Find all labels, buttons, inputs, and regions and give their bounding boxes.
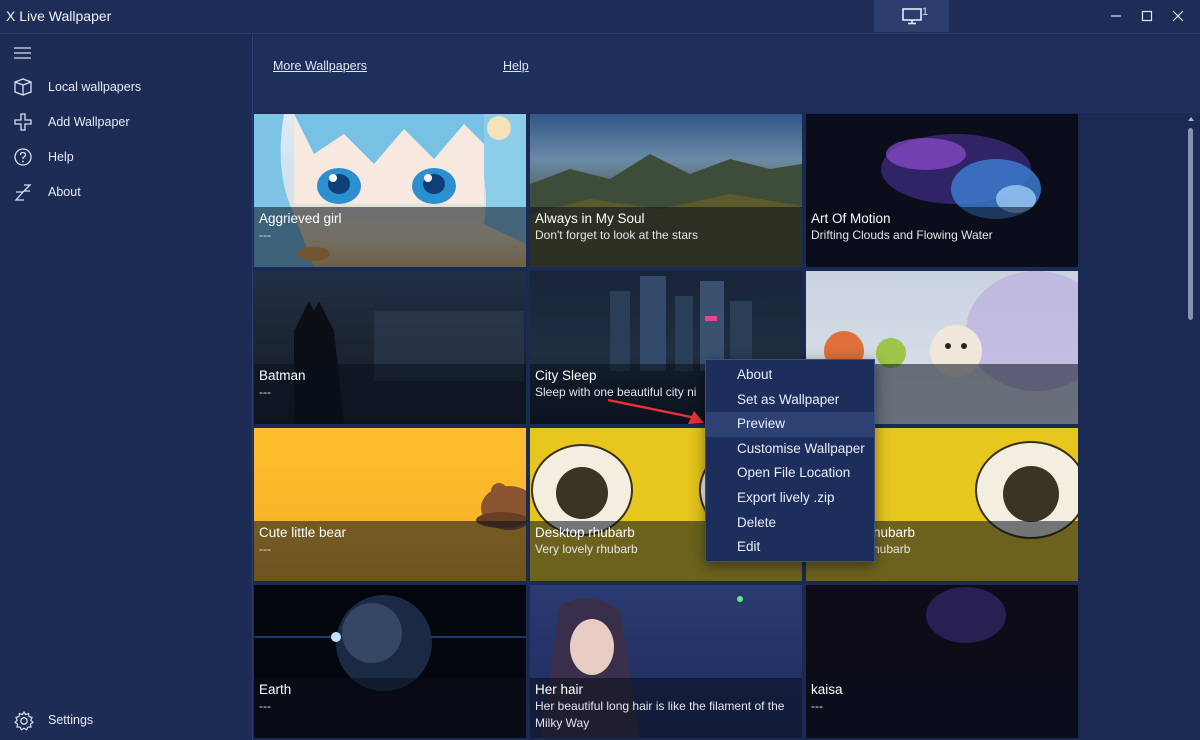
wallpaper-subtitle: Drifting Clouds and Flowing Water (811, 228, 993, 242)
wallpaper-caption: Aggrieved girl --- (254, 207, 526, 267)
scroll-up-arrow-icon[interactable] (1186, 114, 1196, 124)
wallpaper-subtitle: Her beautiful long hair is like the fila… (535, 699, 785, 730)
wallpaper-tile-kaisa[interactable]: kaisa --- (806, 585, 1078, 738)
top-link-bar: More Wallpapers Help (254, 35, 1200, 113)
wallpaper-subtitle: --- (259, 228, 271, 242)
wallpaper-tile-always-in-my-soul[interactable]: Always in My Soul Don't forget to look a… (530, 114, 802, 267)
wallpaper-subtitle: --- (259, 699, 271, 713)
wallpaper-subtitle: --- (811, 699, 823, 713)
sidebar-item-local-wallpapers[interactable]: Local wallpapers (0, 71, 253, 103)
close-icon (1172, 10, 1184, 22)
wallpaper-caption: Her hair Her beautiful long hair is like… (530, 678, 802, 738)
wallpaper-caption: Always in My Soul Don't forget to look a… (530, 207, 802, 267)
wallpaper-title: Always in My Soul (535, 211, 645, 226)
sidebar-item-label: Add Wallpaper (48, 115, 130, 129)
sidebar: Local wallpapers Add Wallpaper Help Abou… (0, 35, 253, 740)
sidebar-item-about[interactable]: About (0, 176, 253, 208)
minimize-icon (1111, 15, 1121, 17)
wallpaper-tile-aggrieved-girl[interactable]: Aggrieved girl --- (254, 114, 526, 267)
maximize-icon (1141, 10, 1153, 22)
wallpaper-tile-batman[interactable]: Batman --- (254, 271, 526, 424)
settings-label: Settings (48, 713, 94, 727)
wallpaper-tile-earth[interactable]: Earth --- (254, 585, 526, 738)
wallpaper-tile-her-hair[interactable]: Her hair Her beautiful long hair is like… (530, 585, 802, 738)
help-link[interactable]: Help (503, 59, 529, 73)
menu-item-export-zip[interactable]: Export lively .zip (706, 486, 874, 511)
sidebar-item-help[interactable]: Help (0, 141, 253, 173)
menu-item-set-as-wallpaper[interactable]: Set as Wallpaper (706, 388, 874, 413)
sidebar-item-label: About (48, 185, 81, 199)
menu-item-customise-wallpaper[interactable]: Customise Wallpaper (706, 437, 874, 462)
monitor-count: 1 (922, 6, 929, 18)
monitor-icon (901, 8, 922, 25)
more-wallpapers-link[interactable]: More Wallpapers (273, 59, 367, 73)
window-title: X Live Wallpaper (6, 8, 112, 24)
wallpaper-title: Earth (259, 682, 292, 697)
wallpaper-title: Aggrieved girl (259, 211, 342, 226)
sidebar-item-label: Help (48, 150, 74, 164)
wallpaper-title: Art Of Motion (811, 211, 891, 226)
wallpaper-caption: Earth --- (254, 678, 526, 738)
wallpaper-context-menu: About Set as Wallpaper Preview Customise… (705, 359, 875, 562)
plus-icon (14, 113, 32, 131)
monitor-select-button[interactable]: 1 (874, 0, 949, 32)
close-button[interactable] (1158, 0, 1198, 32)
menu-item-preview[interactable]: Preview (706, 412, 874, 437)
wallpaper-title: Cute little bear (259, 525, 347, 540)
arrow-annotation-icon (607, 398, 704, 424)
wallpaper-caption: Batman --- (254, 364, 526, 424)
menu-item-delete[interactable]: Delete (706, 511, 874, 536)
title-bar: X Live Wallpaper 1 (0, 0, 1200, 34)
wallpaper-title: Batman (259, 368, 306, 383)
scrollbar-thumb[interactable] (1188, 128, 1193, 320)
menu-item-edit[interactable]: Edit (706, 535, 874, 560)
wallpaper-title: kaisa (811, 682, 843, 697)
wallpaper-subtitle: hubarb (873, 542, 911, 556)
book-open-icon (14, 78, 32, 96)
wallpaper-subtitle: --- (259, 542, 271, 556)
wallpaper-subtitle: --- (259, 385, 271, 399)
wallpaper-tile-cute-little-bear[interactable]: Cute little bear --- (254, 428, 526, 581)
sidebar-item-add-wallpaper[interactable]: Add Wallpaper (0, 106, 253, 138)
menu-item-open-file-location[interactable]: Open File Location (706, 461, 874, 486)
wallpaper-subtitle: Don't forget to look at the stars (535, 228, 699, 242)
wallpaper-caption: Art Of Motion Drifting Clouds and Flowin… (806, 207, 1078, 267)
wallpaper-title: hubarb (873, 525, 916, 540)
wallpaper-title: Her hair (535, 682, 584, 697)
sidebar-item-settings[interactable]: Settings (0, 708, 253, 734)
sidebar-item-label: Local wallpapers (48, 80, 142, 94)
gear-icon (14, 710, 34, 731)
help-circle-icon (14, 148, 32, 166)
menu-item-about[interactable]: About (706, 363, 874, 388)
wallpaper-tile-art-of-motion[interactable]: Art Of Motion Drifting Clouds and Flowin… (806, 114, 1078, 267)
wallpaper-caption: Cute little bear --- (254, 521, 526, 581)
hamburger-menu-icon[interactable] (12, 43, 34, 63)
sleep-z-icon (14, 184, 32, 201)
wallpaper-caption: kaisa --- (806, 678, 1078, 738)
